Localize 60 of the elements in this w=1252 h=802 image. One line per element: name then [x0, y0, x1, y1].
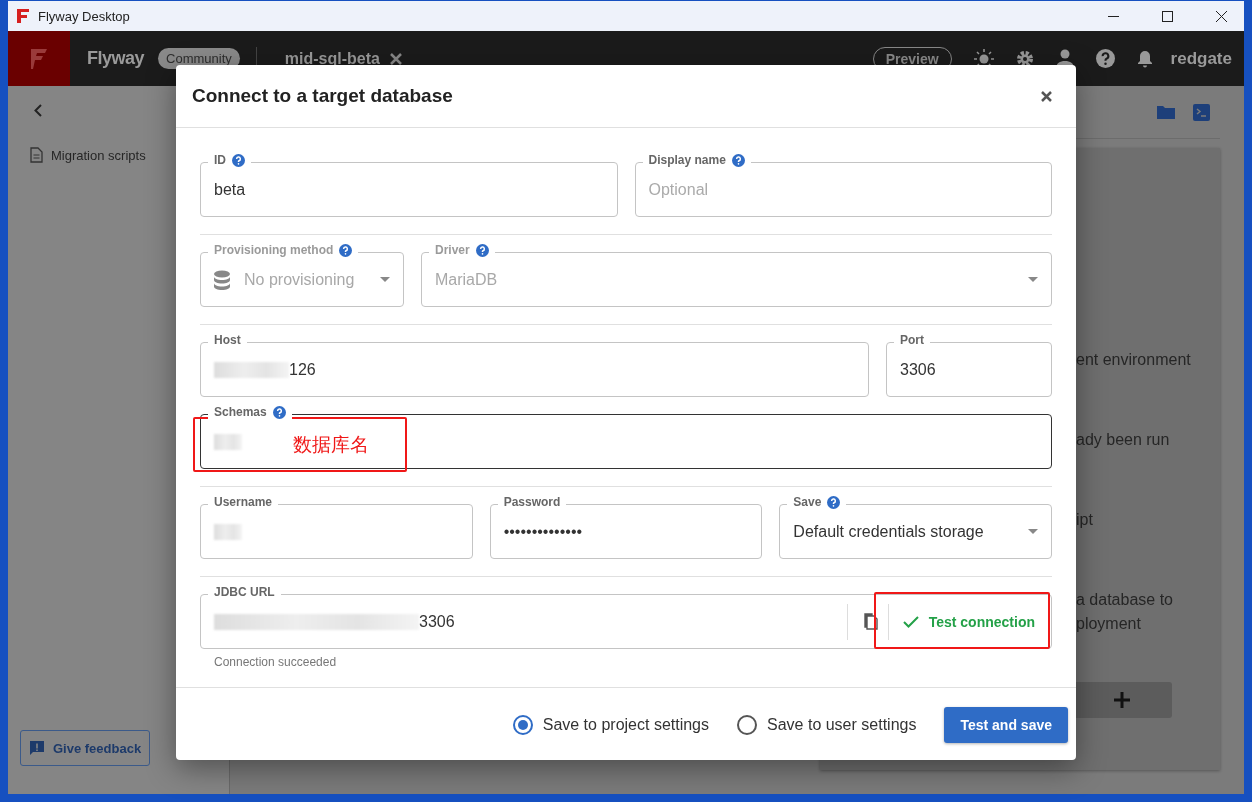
project-tab[interactable]: mid-sql-beta — [284, 49, 380, 68]
helper-text: Connection succeeded — [214, 655, 338, 669]
card-text: ent environment — [1076, 350, 1192, 370]
close-icon[interactable] — [389, 52, 402, 65]
field-value: beta — [214, 180, 247, 199]
help-icon[interactable] — [232, 153, 245, 167]
field-label: Save — [793, 495, 822, 509]
test-and-save-button[interactable]: Test and save — [944, 707, 1068, 743]
field-label: Port — [900, 333, 924, 347]
notification-bell-icon[interactable] — [1136, 49, 1153, 68]
dialog-title: Connect to a target database — [192, 85, 454, 107]
check-icon — [902, 615, 919, 628]
field-label: ID — [214, 153, 226, 167]
field-label: Driver — [435, 243, 470, 257]
terminal-icon[interactable] — [1193, 103, 1210, 121]
brand-logo-text: redgate — [1170, 48, 1232, 69]
annotation-text: 数据库名 — [293, 433, 369, 457]
field-value: 3306 — [419, 612, 456, 631]
close-icon[interactable] — [1041, 90, 1052, 102]
field-value: 3306 — [900, 360, 937, 379]
field-label: Provisioning method — [214, 243, 334, 257]
help-icon[interactable] — [1095, 49, 1115, 68]
field-label: Password — [503, 495, 561, 509]
field-label: Display name — [648, 153, 726, 167]
logo-icon — [29, 46, 49, 71]
field-label: JDBC URL — [214, 585, 275, 599]
card-text: a database to ployment — [1076, 590, 1174, 634]
maximize-icon — [1161, 10, 1173, 22]
help-icon[interactable] — [272, 405, 286, 419]
copy-icon — [863, 613, 878, 630]
document-icon — [30, 147, 43, 163]
field-value: Default credentials storage — [793, 522, 985, 541]
field-placeholder: Optional — [648, 180, 710, 199]
minimize-icon — [1107, 15, 1119, 17]
field-label: Username — [214, 495, 273, 509]
field-value: MariaDB — [435, 270, 499, 289]
field-value: •••••••••••••• — [503, 522, 584, 541]
field-label: Schemas — [214, 405, 267, 419]
plus-icon — [1114, 692, 1130, 708]
radio-button[interactable] — [512, 715, 533, 735]
radio-button[interactable] — [737, 715, 757, 735]
help-icon[interactable] — [827, 495, 841, 509]
database-icon — [214, 269, 230, 290]
app-logo-icon — [16, 8, 30, 24]
field-value: 126 — [289, 360, 317, 379]
field-label: Host — [214, 333, 241, 347]
give-feedback-button[interactable]: Give feedback — [20, 730, 151, 766]
card-text: ipt — [1076, 510, 1094, 530]
window-title: Flyway Desktop — [38, 8, 131, 24]
field-value: No provisioning — [244, 270, 356, 289]
feedback-icon — [29, 740, 45, 756]
radio-option[interactable]: Save to project settings — [512, 715, 709, 735]
radio-option[interactable]: Save to user settings — [737, 715, 917, 735]
folder-icon[interactable] — [1157, 105, 1175, 119]
close-icon — [1215, 10, 1227, 22]
collapse-chevron-icon[interactable] — [34, 104, 42, 117]
product-name: Flyway — [87, 48, 145, 69]
settings-icon[interactable] — [1015, 49, 1034, 68]
card-text: ady been run — [1076, 430, 1171, 450]
help-icon[interactable] — [731, 153, 745, 167]
